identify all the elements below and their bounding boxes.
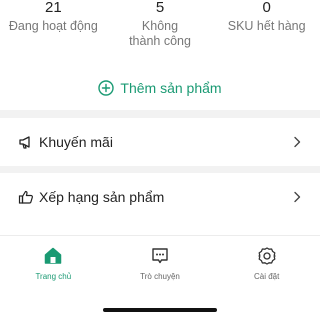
add-product-label: Thêm sản phẩm: [120, 80, 222, 96]
nav-top-border: [0, 235, 320, 236]
stat-value: 21: [44, 0, 62, 16]
stat-active[interactable]: 21 Đang hoạt động: [0, 0, 107, 50]
stat-label: Đang hoạt động: [8, 19, 98, 33]
nav-home[interactable]: Trang chủ: [0, 240, 107, 290]
chevron-right-icon: [292, 191, 302, 203]
stat-value: 0: [262, 0, 271, 16]
bottom-nav: Trang chủ Trò chuyện Cài đặt: [0, 240, 320, 290]
chat-icon: [150, 246, 170, 266]
stat-label: SKU hết hàng: [227, 19, 306, 33]
stat-value: 5: [155, 0, 165, 16]
menu-item-product-rating[interactable]: Xếp hạng sản phẩm: [0, 173, 320, 221]
stat-label: Không thành công: [129, 19, 191, 48]
app-screen: 21 Đang hoạt động 5 Không thành công 0 S…: [0, 0, 320, 320]
home-indicator: [103, 308, 217, 312]
nav-label: Cài đặt: [254, 272, 280, 281]
home-icon: [43, 246, 63, 266]
menu-item-promotions[interactable]: Khuyến mãi: [0, 118, 320, 166]
megaphone-icon: [18, 134, 34, 150]
settings-icon: [257, 246, 277, 266]
add-product-button[interactable]: Thêm sản phẩm: [0, 76, 320, 100]
nav-label: Trang chủ: [35, 272, 72, 281]
stat-failed[interactable]: 5 Không thành công: [107, 0, 214, 50]
stat-out-of-stock[interactable]: 0 SKU hết hàng: [213, 0, 320, 50]
stats-bar: 21 Đang hoạt động 5 Không thành công 0 S…: [0, 0, 320, 50]
menu-item-label: Xếp hạng sản phẩm: [39, 189, 165, 205]
thumbs-up-icon: [18, 189, 34, 205]
plus-circle-icon: [98, 80, 115, 96]
nav-settings[interactable]: Cài đặt: [213, 240, 320, 290]
nav-label: Trò chuyện: [140, 272, 180, 281]
chevron-right-icon: [292, 136, 302, 148]
menu-item-label: Khuyến mãi: [39, 134, 113, 150]
nav-chat[interactable]: Trò chuyện: [107, 240, 214, 290]
